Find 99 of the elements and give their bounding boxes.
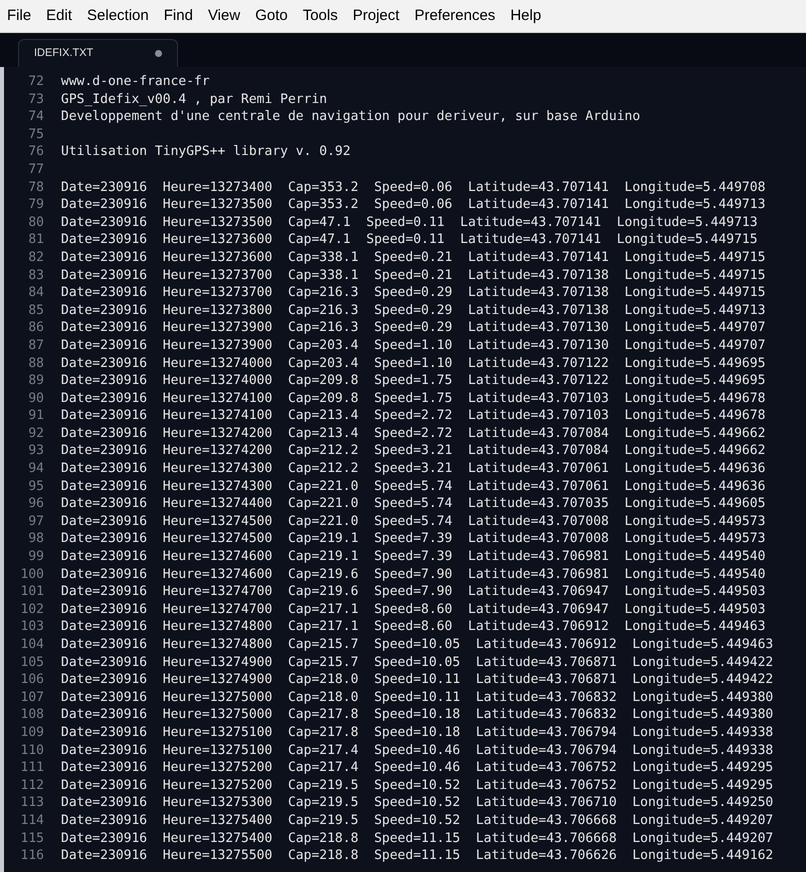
code-line: Date=230916 Heure=13274300 Cap=212.2 Speed=3.21 Latitude=43.707061 Longitude=5.449636: [61, 460, 766, 478]
code-line: www.d-one-france-fr: [61, 73, 210, 91]
line-number: 101: [20, 583, 44, 601]
code-line: Date=230916 Heure=13275100 Cap=217.8 Speed=10.18 Latitude=43.706794 Longitude=5.449338: [61, 724, 774, 742]
line-number: 97: [27, 512, 44, 530]
line-number: 96: [27, 495, 44, 513]
code-line: Date=230916 Heure=13274700 Cap=219.6 Speed=7.90 Latitude=43.706947 Longitude=5.449503: [61, 583, 766, 601]
line-number: 104: [20, 636, 44, 654]
code-line: Utilisation TinyGPS++ library v. 0.92: [61, 143, 351, 161]
code-line: Date=230916 Heure=13274200 Cap=213.4 Speed=2.72 Latitude=43.707084 Longitude=5.449662: [61, 424, 766, 442]
code-line: Date=230916 Heure=13274300 Cap=221.0 Speed=5.74 Latitude=43.707061 Longitude=5.449636: [61, 478, 766, 496]
code-line: Date=230916 Heure=13275000 Cap=217.8 Speed=10.18 Latitude=43.706832 Longitude=5.449380: [61, 706, 774, 724]
line-number: 81: [27, 231, 44, 249]
code-line: Date=230916 Heure=13274900 Cap=215.7 Speed=10.05 Latitude=43.706871 Longitude=5.449422: [61, 654, 774, 672]
menu-item[interactable]: File: [6, 4, 32, 28]
code-line: Date=230916 Heure=13275000 Cap=218.0 Speed=10.11 Latitude=43.706832 Longitude=5.449380: [61, 688, 774, 706]
code-line: Date=230916 Heure=13274500 Cap=221.0 Speed=5.74 Latitude=43.707008 Longitude=5.449573: [61, 512, 766, 530]
line-number: 86: [27, 319, 44, 337]
code-line: Date=230916 Heure=13274000 Cap=209.8 Speed=1.75 Latitude=43.707122 Longitude=5.449695: [61, 372, 766, 390]
line-number: 110: [20, 742, 44, 760]
code-line: Date=230916 Heure=13273700 Cap=216.3 Speed=0.29 Latitude=43.707138 Longitude=5.449715: [61, 284, 766, 302]
code-line: Date=230916 Heure=13275500 Cap=218.8 Speed=11.15 Latitude=43.706626 Longitude=5.449162: [61, 847, 774, 865]
code-line: Date=230916 Heure=13274200 Cap=212.2 Speed=3.21 Latitude=43.707084 Longitude=5.449662: [61, 442, 766, 460]
line-number: 113: [20, 794, 44, 812]
code-line: Date=230916 Heure=13274000 Cap=203.4 Speed=1.10 Latitude=43.707122 Longitude=5.449695: [61, 354, 766, 372]
line-number: 94: [27, 460, 44, 478]
code-line: Date=230916 Heure=13275100 Cap=217.4 Speed=10.46 Latitude=43.706794 Longitude=5.449338: [61, 742, 774, 760]
line-number: 74: [27, 108, 44, 126]
line-number: 108: [20, 706, 44, 724]
code-line: Date=230916 Heure=13275200 Cap=219.5 Speed=10.52 Latitude=43.706752 Longitude=5.449295: [61, 776, 774, 794]
menu-item[interactable]: Selection: [86, 4, 150, 28]
line-number: 89: [27, 372, 44, 390]
code-line: Date=230916 Heure=13274600 Cap=219.6 Speed=7.90 Latitude=43.706981 Longitude=5.449540: [61, 566, 766, 584]
line-number: 85: [27, 302, 44, 320]
line-number: 73: [27, 90, 44, 108]
line-number: 78: [27, 178, 44, 196]
code-line: Date=230916 Heure=13273500 Cap=47.1 Speed=0.11 Latitude=43.707141 Longitude=5.449713: [61, 214, 758, 232]
code-line: Date=230916 Heure=13274400 Cap=221.0 Speed=5.74 Latitude=43.707035 Longitude=5.449605: [61, 495, 766, 513]
line-number: 82: [27, 248, 44, 267]
menu-item[interactable]: Preferences: [413, 4, 496, 28]
code-line: GPS_Idefix_v00.4 , par Remi Perrin: [61, 90, 328, 108]
code-line: Date=230916 Heure=13273900 Cap=203.4 Speed=1.10 Latitude=43.707130 Longitude=5.449707: [61, 336, 766, 354]
line-number: 107: [20, 688, 44, 706]
code-line: Date=230916 Heure=13274800 Cap=215.7 Speed=10.05 Latitude=43.706912 Longitude=5.449463: [61, 636, 774, 654]
line-number: 115: [20, 830, 44, 848]
code-line: Date=230916 Heure=13275200 Cap=217.4 Speed=10.46 Latitude=43.706752 Longitude=5.449295: [61, 759, 774, 777]
code-line: Date=230916 Heure=13274100 Cap=209.8 Speed=1.75 Latitude=43.707103 Longitude=5.449678: [61, 390, 766, 408]
line-number: 105: [20, 654, 44, 672]
line-number: 87: [27, 336, 44, 354]
file-tab[interactable]: IDEFIX.TXT: [18, 39, 178, 67]
line-number: 109: [20, 724, 44, 742]
code-line: Date=230916 Heure=13275400 Cap=219.5 Speed=10.52 Latitude=43.706668 Longitude=5.449207: [61, 812, 774, 830]
menu-item[interactable]: Help: [509, 4, 542, 28]
line-number: 106: [20, 671, 44, 689]
code-line: Date=230916 Heure=13274600 Cap=219.1 Speed=7.39 Latitude=43.706981 Longitude=5.449540: [61, 548, 766, 566]
code-line: Date=230916 Heure=13275400 Cap=218.8 Speed=11.15 Latitude=43.706668 Longitude=5.449207: [61, 830, 774, 848]
code-line: Date=230916 Heure=13273900 Cap=216.3 Speed=0.29 Latitude=43.707130 Longitude=5.449707: [61, 319, 766, 337]
code-line: Date=230916 Heure=13273500 Cap=353.2 Speed=0.06 Latitude=43.707141 Longitude=5.449713: [61, 196, 766, 214]
line-number: 95: [27, 478, 44, 496]
line-number: 88: [27, 354, 44, 372]
code-line: Date=230916 Heure=13273800 Cap=216.3 Speed=0.29 Latitude=43.707138 Longitude=5.449713: [61, 302, 766, 320]
line-number: 103: [20, 618, 44, 636]
code-line: Date=230916 Heure=13275300 Cap=219.5 Speed=10.52 Latitude=43.706710 Longitude=5.449250: [61, 794, 774, 812]
line-number: 79: [27, 196, 44, 214]
line-number: 92: [27, 424, 44, 442]
line-number: 98: [27, 530, 44, 548]
line-number: 102: [20, 600, 44, 618]
code-line: Date=230916 Heure=13274800 Cap=217.1 Speed=8.60 Latitude=43.706912 Longitude=5.449463: [61, 618, 766, 636]
line-number: 80: [27, 214, 44, 232]
line-number: 83: [27, 266, 44, 284]
line-number: 114: [20, 812, 44, 830]
line-number: 116: [20, 847, 44, 865]
line-number: 100: [20, 566, 44, 584]
code-line: Date=230916 Heure=13273600 Cap=338.1 Speed=0.21 Latitude=43.707141 Longitude=5.449715: [61, 248, 766, 267]
menu-item[interactable]: Tools: [302, 4, 339, 28]
line-number: 90: [27, 390, 44, 408]
code-line: Date=230916 Heure=13273600 Cap=47.1 Speed=0.11 Latitude=43.707141 Longitude=5.449715: [61, 231, 758, 249]
menu-item[interactable]: Edit: [45, 4, 74, 28]
code-line: Date=230916 Heure=13273400 Cap=353.2 Speed=0.06 Latitude=43.707141 Longitude=5.449708: [61, 178, 766, 196]
menu-item[interactable]: Goto: [254, 4, 289, 28]
line-number: 111: [20, 759, 44, 777]
line-number: 93: [27, 442, 44, 460]
line-number: 75: [27, 126, 44, 144]
code-line: Date=230916 Heure=13274900 Cap=218.0 Speed=10.11 Latitude=43.706871 Longitude=5.449422: [61, 671, 774, 689]
code-line: Developpement d'une centrale de navigation pour deriveur, sur base Arduino: [61, 108, 640, 126]
code-line: Date=230916 Heure=13273700 Cap=338.1 Speed=0.21 Latitude=43.707138 Longitude=5.449715: [61, 266, 766, 284]
menu-item[interactable]: View: [206, 4, 242, 28]
menu-item[interactable]: Find: [162, 4, 194, 28]
code-line: Date=230916 Heure=13274700 Cap=217.1 Speed=8.60 Latitude=43.706947 Longitude=5.449503: [61, 600, 766, 618]
line-number: 99: [27, 548, 44, 566]
code-line: Date=230916 Heure=13274100 Cap=213.4 Speed=2.72 Latitude=43.707103 Longitude=5.449678: [61, 407, 766, 425]
code-line: Date=230916 Heure=13274500 Cap=219.1 Speed=7.39 Latitude=43.707008 Longitude=5.449573: [61, 530, 766, 548]
line-number: 91: [27, 407, 44, 425]
line-number: 112: [20, 776, 44, 794]
line-number: 84: [27, 284, 44, 302]
menu-item[interactable]: Project: [352, 4, 400, 28]
line-number: 76: [27, 143, 44, 161]
line-number: 77: [27, 160, 44, 179]
line-number: 72: [27, 73, 44, 91]
